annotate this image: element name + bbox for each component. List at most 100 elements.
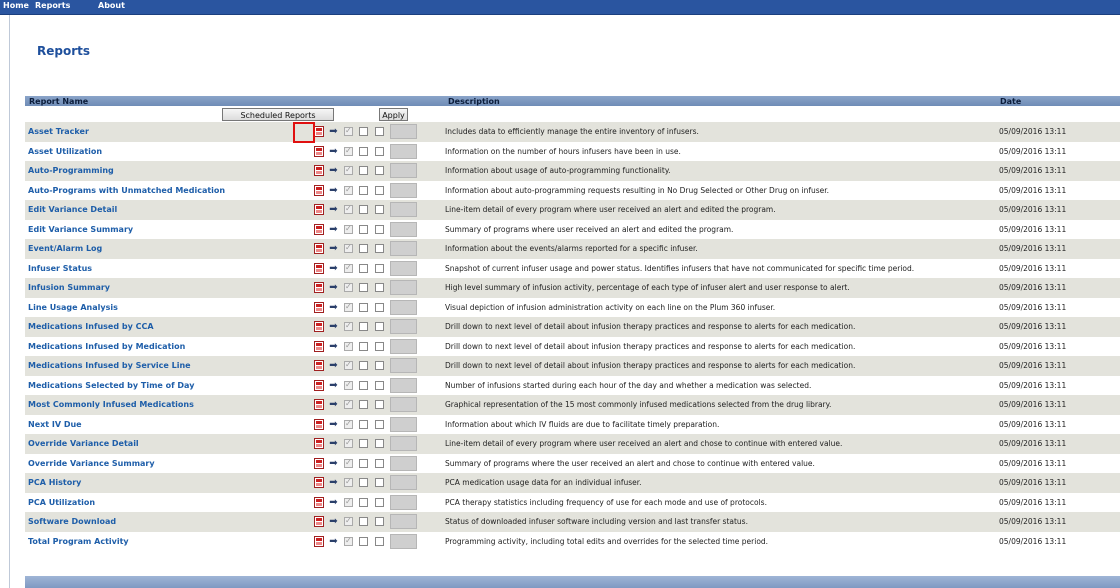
checkbox-option-a[interactable] xyxy=(359,185,368,195)
checkbox-option-b[interactable] xyxy=(375,517,384,526)
schedule-slot-field[interactable] xyxy=(390,260,417,276)
checkbox-option-a[interactable] xyxy=(359,458,368,468)
checkbox-option-b[interactable] xyxy=(375,244,384,253)
checkbox-option-b[interactable] xyxy=(375,263,384,273)
checkbox-option-b[interactable] xyxy=(375,536,384,546)
checkbox-option-b[interactable] xyxy=(375,380,384,390)
pdf-report-icon[interactable] xyxy=(314,301,324,313)
schedule-slot-field[interactable] xyxy=(390,397,417,412)
pdf-report-icon[interactable] xyxy=(314,184,324,196)
export-arrow-icon[interactable]: ➡ xyxy=(328,399,339,410)
export-arrow-icon[interactable]: ➡ xyxy=(328,497,339,508)
checkbox-selected[interactable] xyxy=(344,360,353,370)
export-arrow-icon[interactable]: ➡ xyxy=(328,204,339,215)
schedule-slot-field[interactable] xyxy=(390,475,417,490)
checkbox-option-b[interactable] xyxy=(375,400,384,409)
checkbox-selected[interactable] xyxy=(344,477,353,487)
checkbox-option-a[interactable] xyxy=(359,536,368,546)
pdf-report-icon[interactable] xyxy=(314,535,324,547)
checkbox-selected[interactable] xyxy=(344,399,353,409)
checkbox-selected[interactable] xyxy=(344,185,353,195)
scheduled-reports-button[interactable]: Scheduled Reports xyxy=(222,108,334,121)
checkbox-option-a[interactable] xyxy=(359,224,368,234)
schedule-slot-field[interactable] xyxy=(390,436,417,451)
report-name-link[interactable]: Event/Alarm Log xyxy=(28,244,102,253)
report-name-link[interactable]: Infusion Summary xyxy=(28,283,110,292)
pdf-report-icon[interactable] xyxy=(314,165,324,176)
report-name-link[interactable]: Next IV Due xyxy=(28,420,82,429)
pdf-report-icon[interactable] xyxy=(314,457,324,469)
schedule-slot-field[interactable] xyxy=(390,514,417,529)
checkbox-selected[interactable] xyxy=(344,302,353,312)
pdf-report-icon[interactable] xyxy=(314,126,324,137)
export-arrow-icon[interactable]: ➡ xyxy=(328,224,339,235)
report-name-link[interactable]: Auto-Programs with Unmatched Medication xyxy=(28,186,225,195)
pdf-report-icon[interactable] xyxy=(314,379,324,391)
checkbox-selected[interactable] xyxy=(344,341,353,351)
pdf-report-icon[interactable] xyxy=(314,418,324,430)
export-arrow-icon[interactable]: ➡ xyxy=(328,458,339,469)
schedule-slot-field[interactable] xyxy=(390,455,417,471)
checkbox-option-a[interactable] xyxy=(359,497,368,507)
export-arrow-icon[interactable]: ➡ xyxy=(328,302,339,313)
checkbox-option-b[interactable] xyxy=(375,302,384,312)
report-name-link[interactable]: Line Usage Analysis xyxy=(28,303,118,312)
checkbox-option-b[interactable] xyxy=(375,224,384,234)
pdf-report-icon[interactable] xyxy=(314,438,324,449)
schedule-slot-field[interactable] xyxy=(390,319,417,334)
export-arrow-icon[interactable]: ➡ xyxy=(328,282,339,293)
checkbox-option-a[interactable] xyxy=(359,478,368,487)
export-arrow-icon[interactable]: ➡ xyxy=(328,341,339,352)
schedule-slot-field[interactable] xyxy=(390,377,417,393)
export-arrow-icon[interactable]: ➡ xyxy=(328,263,339,274)
checkbox-option-b[interactable] xyxy=(375,478,384,487)
checkbox-selected[interactable] xyxy=(344,516,353,526)
schedule-slot-field[interactable] xyxy=(390,358,417,373)
checkbox-option-b[interactable] xyxy=(375,322,384,331)
nav-about-link[interactable]: About xyxy=(98,1,125,10)
checkbox-option-a[interactable] xyxy=(359,361,368,370)
export-arrow-icon[interactable]: ➡ xyxy=(328,321,339,332)
checkbox-selected[interactable] xyxy=(344,536,353,546)
pdf-report-icon[interactable] xyxy=(314,204,324,215)
pdf-report-icon[interactable] xyxy=(314,262,324,274)
report-name-link[interactable]: Auto-Programming xyxy=(28,166,114,175)
pdf-report-icon[interactable] xyxy=(314,243,324,254)
export-arrow-icon[interactable]: ➡ xyxy=(328,185,339,196)
pdf-report-icon[interactable] xyxy=(314,477,324,488)
checkbox-option-b[interactable] xyxy=(375,283,384,292)
schedule-slot-field[interactable] xyxy=(390,182,417,198)
column-header-description[interactable]: Description xyxy=(448,97,500,106)
checkbox-option-a[interactable] xyxy=(359,283,368,292)
pdf-report-icon[interactable] xyxy=(314,223,324,235)
pdf-report-icon[interactable] xyxy=(314,360,324,371)
schedule-slot-field[interactable] xyxy=(390,280,417,295)
export-arrow-icon[interactable]: ➡ xyxy=(328,419,339,430)
pdf-report-icon[interactable] xyxy=(314,321,324,332)
column-header-date[interactable]: Date xyxy=(1000,97,1021,106)
checkbox-selected[interactable] xyxy=(344,126,353,136)
schedule-slot-field[interactable] xyxy=(390,533,417,549)
report-name-link[interactable]: Total Program Activity xyxy=(28,537,129,546)
export-arrow-icon[interactable]: ➡ xyxy=(328,146,339,157)
checkbox-option-b[interactable] xyxy=(375,146,384,156)
pdf-report-icon[interactable] xyxy=(314,145,324,157)
export-arrow-icon[interactable]: ➡ xyxy=(328,536,339,547)
report-name-link[interactable]: Asset Utilization xyxy=(28,147,102,156)
checkbox-option-b[interactable] xyxy=(375,497,384,507)
checkbox-selected[interactable] xyxy=(344,438,353,448)
pdf-report-icon[interactable] xyxy=(314,516,324,527)
checkbox-option-a[interactable] xyxy=(359,517,368,526)
schedule-slot-field[interactable] xyxy=(390,124,417,139)
checkbox-option-a[interactable] xyxy=(359,127,368,136)
checkbox-selected[interactable] xyxy=(344,419,353,429)
checkbox-option-a[interactable] xyxy=(359,439,368,448)
report-name-link[interactable]: Override Variance Summary xyxy=(28,459,155,468)
checkbox-selected[interactable] xyxy=(344,243,353,253)
nav-home-link[interactable]: Home xyxy=(3,1,29,10)
schedule-slot-field[interactable] xyxy=(390,163,417,178)
report-name-link[interactable]: Edit Variance Summary xyxy=(28,225,133,234)
report-name-link[interactable]: Most Commonly Infused Medications xyxy=(28,400,194,409)
checkbox-option-a[interactable] xyxy=(359,263,368,273)
checkbox-option-a[interactable] xyxy=(359,322,368,331)
